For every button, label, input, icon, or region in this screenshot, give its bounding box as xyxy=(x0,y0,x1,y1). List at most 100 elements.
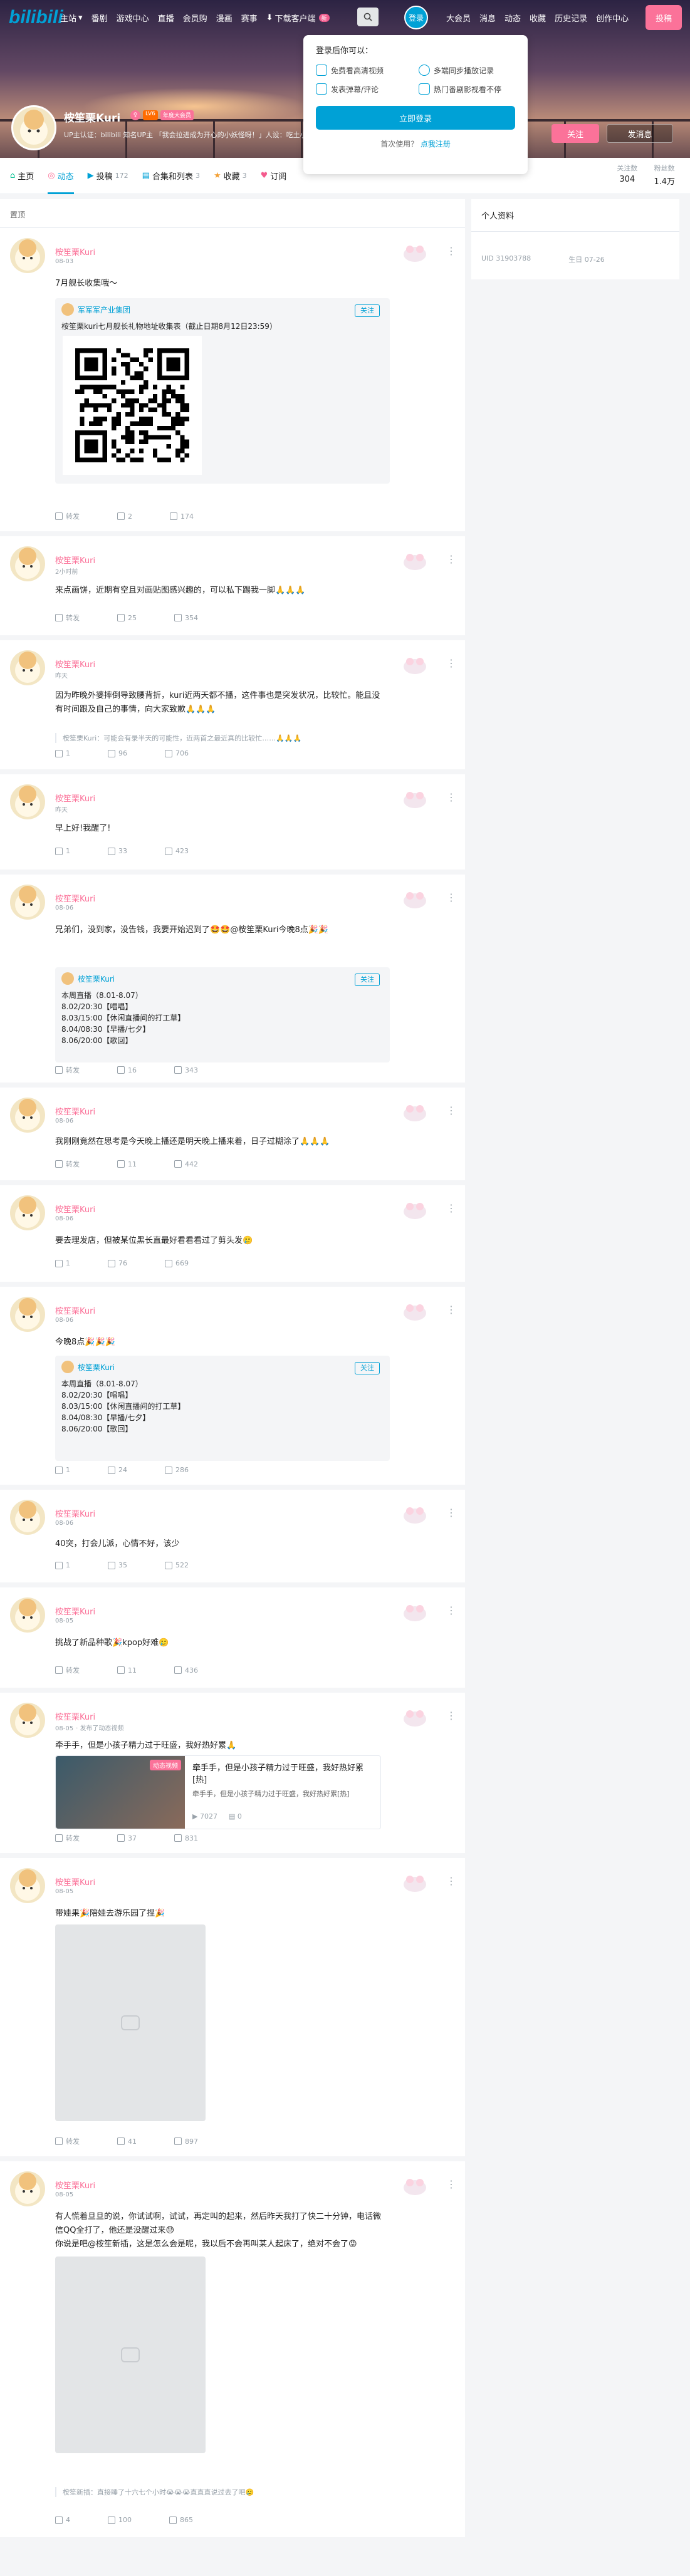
share-button[interactable]: 转发 xyxy=(55,511,80,521)
comment-button[interactable]: 25 xyxy=(117,613,137,623)
search-button[interactable] xyxy=(357,8,379,26)
share-button[interactable]: 转发 xyxy=(55,1065,80,1075)
like-button[interactable]: 343 xyxy=(174,1065,198,1075)
video-card[interactable]: 动态视频 牵手手，但是小孩子精力过于旺盛，我好热好累[热] 牵手手，但是小孩子精力过… xyxy=(55,1755,381,1829)
nav-item-favorites[interactable]: 收藏 xyxy=(530,12,546,24)
author-name[interactable]: 桉笙栗Kuri xyxy=(55,658,95,670)
forward-author[interactable]: 桉笙栗Kuri xyxy=(78,974,115,984)
follow-button[interactable]: 关注 xyxy=(551,124,599,143)
comment-button[interactable]: 76 xyxy=(108,1259,127,1267)
avatar[interactable] xyxy=(10,1868,45,1903)
avatar[interactable] xyxy=(10,1297,45,1332)
avatar[interactable] xyxy=(10,2171,45,2206)
comment-button[interactable]: 24 xyxy=(108,1466,127,1474)
forward-follow-button[interactable]: 关注 xyxy=(355,1362,380,1374)
more-options-icon[interactable]: ⋮ xyxy=(446,893,456,903)
comment-button[interactable]: 37 xyxy=(117,1833,137,1843)
nav-item-dynamics[interactable]: 动态 xyxy=(504,12,521,24)
tab-home[interactable]: ⌂ 主页 xyxy=(10,158,34,194)
like-button[interactable]: 286 xyxy=(165,1466,189,1474)
comment-button[interactable]: 41 xyxy=(117,2136,137,2146)
forward-follow-button[interactable]: 关注 xyxy=(355,304,380,317)
like-button[interactable]: 522 xyxy=(165,1561,189,1569)
avatar[interactable] xyxy=(10,1098,45,1133)
comment-preview[interactable]: 桉笙新插：直接睡了十六七个小时😭😭😭直直直说过去了吧🥲 xyxy=(55,2487,390,2497)
author-name[interactable]: 桉笙栗Kuri xyxy=(55,1605,95,1617)
more-options-icon[interactable]: ⋮ xyxy=(446,658,456,668)
avatar[interactable] xyxy=(10,1195,45,1230)
like-button[interactable]: 831 xyxy=(174,1833,198,1843)
share-button[interactable]: 转发 xyxy=(55,613,80,623)
more-options-icon[interactable]: ⋮ xyxy=(446,2179,456,2189)
author-name[interactable]: 桉笙栗Kuri xyxy=(55,892,95,904)
like-button[interactable]: 436 xyxy=(174,1665,198,1675)
author-name[interactable]: 桉笙栗Kuri xyxy=(55,246,95,257)
tab-favorites[interactable]: ★ 收藏 3 xyxy=(214,158,247,194)
image-placeholder[interactable] xyxy=(55,1924,206,2121)
nav-item-download[interactable]: ⬇ 下载客户端新 xyxy=(266,12,330,24)
comment-button[interactable]: 16 xyxy=(117,1065,137,1075)
login-now-button[interactable]: 立即登录 xyxy=(316,106,515,130)
more-options-icon[interactable]: ⋮ xyxy=(446,1606,456,1616)
more-options-icon[interactable]: ⋮ xyxy=(446,1203,456,1213)
avatar[interactable] xyxy=(10,1500,45,1535)
nav-item-games[interactable]: 游戏中心 xyxy=(117,12,149,24)
avatar[interactable] xyxy=(10,1597,45,1633)
nav-item-anime[interactable]: 番剧 xyxy=(91,12,108,24)
avatar[interactable] xyxy=(10,546,45,581)
share-button[interactable]: 1 xyxy=(55,847,70,855)
like-button[interactable]: 442 xyxy=(174,1159,198,1169)
nav-item-main[interactable]: 主站 ▾ xyxy=(60,12,83,24)
forward-author[interactable]: 军军军产业集团 xyxy=(78,304,130,315)
like-button[interactable]: 354 xyxy=(174,613,198,623)
nav-item-creator[interactable]: 创作中心 xyxy=(596,12,629,24)
nav-item-manga[interactable]: 漫画 xyxy=(216,12,233,24)
share-button[interactable]: 转发 xyxy=(55,1159,80,1169)
tab-dynamics[interactable]: ◎ 动态 xyxy=(48,158,75,194)
tab-collections[interactable]: ▤ 合集和列表 3 xyxy=(142,158,200,194)
forward-follow-button[interactable]: 关注 xyxy=(355,974,380,986)
post-button[interactable]: 投稿 xyxy=(646,5,682,30)
author-name[interactable]: 桉笙栗Kuri xyxy=(55,1876,95,1888)
avatar[interactable] xyxy=(10,885,45,920)
stat-following[interactable]: 关注数 304 xyxy=(617,163,637,187)
author-name[interactable]: 桉笙栗Kuri xyxy=(55,1304,95,1316)
comment-button[interactable]: 96 xyxy=(108,749,127,757)
like-button[interactable]: 423 xyxy=(165,847,189,855)
share-button[interactable]: 转发 xyxy=(55,1833,80,1843)
comment-button[interactable]: 100 xyxy=(108,2516,132,2524)
share-button[interactable]: 1 xyxy=(55,1259,70,1267)
more-options-icon[interactable]: ⋮ xyxy=(446,1711,456,1721)
nav-item-esports[interactable]: 赛事 xyxy=(241,12,258,24)
forwarded-post[interactable]: 军军军产业集团 关注 桉笙栗kuri七月舰长礼物地址收集表（截止日期8月12日23:… xyxy=(55,298,390,484)
nav-item-history[interactable]: 历史记录 xyxy=(555,12,587,24)
share-button[interactable]: 1 xyxy=(55,1466,70,1474)
more-options-icon[interactable]: ⋮ xyxy=(446,1876,456,1886)
author-name[interactable]: 桉笙栗Kuri xyxy=(55,1105,95,1117)
like-button[interactable]: 706 xyxy=(165,749,189,757)
more-options-icon[interactable]: ⋮ xyxy=(446,554,456,564)
forward-author[interactable]: 桉笙栗Kuri xyxy=(78,1362,115,1373)
share-button[interactable]: 1 xyxy=(55,749,70,757)
author-name[interactable]: 桉笙栗Kuri xyxy=(55,1507,95,1519)
author-name[interactable]: 桉笙栗Kuri xyxy=(55,1203,95,1215)
like-button[interactable]: 669 xyxy=(165,1259,189,1267)
message-button[interactable]: 发消息 xyxy=(607,124,673,143)
comment-button[interactable]: 35 xyxy=(108,1561,127,1569)
avatar[interactable] xyxy=(10,238,45,273)
avatar[interactable] xyxy=(10,784,45,819)
author-name[interactable]: 桉笙栗Kuri xyxy=(55,792,95,804)
like-button[interactable]: 174 xyxy=(170,511,194,521)
stat-followers[interactable]: 粉丝数 1.4万 xyxy=(654,163,675,187)
author-name[interactable]: 桉笙栗Kuri xyxy=(55,554,95,566)
image-placeholder[interactable] xyxy=(55,2257,206,2453)
like-button[interactable]: 897 xyxy=(174,2136,198,2146)
tab-subscriptions[interactable]: ♥ 订阅 xyxy=(261,158,287,194)
more-options-icon[interactable]: ⋮ xyxy=(446,1106,456,1116)
nav-item-shop[interactable]: 会员购 xyxy=(183,12,207,24)
login-avatar-button[interactable]: 登录 xyxy=(404,6,428,29)
share-button[interactable]: 转发 xyxy=(55,1665,80,1675)
comment-button[interactable]: 2 xyxy=(117,511,132,521)
avatar[interactable] xyxy=(10,650,45,685)
more-options-icon[interactable]: ⋮ xyxy=(446,246,456,256)
